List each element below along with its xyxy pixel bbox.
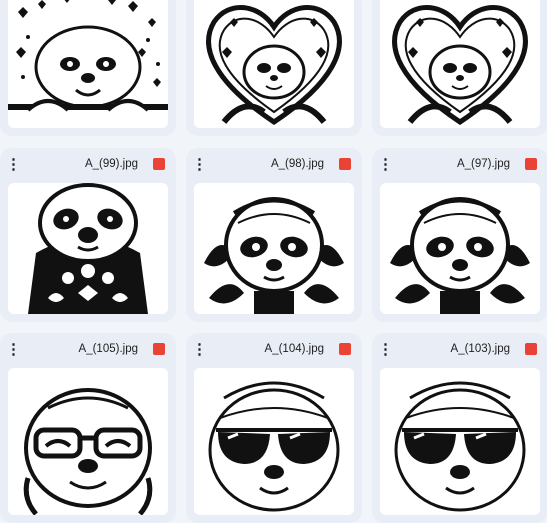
sloth-leaves-image	[390, 197, 530, 314]
file-thumbnail[interactable]	[8, 368, 168, 515]
file-card[interactable]: ⋮ A_(105).jpg	[0, 333, 176, 523]
file-thumbnail[interactable]	[8, 0, 168, 128]
file-thumbnail[interactable]	[380, 368, 540, 515]
file-name[interactable]: A_(103).jpg	[451, 343, 510, 355]
more-vertical-icon[interactable]: ⋮	[192, 342, 207, 358]
file-card[interactable]: ⋮ A_(104).jpg	[186, 333, 362, 523]
sloth-leaves-image	[204, 197, 344, 314]
file-card-header: ⋮ A_(97).jpg	[372, 148, 547, 182]
image-file-icon	[153, 158, 165, 170]
file-thumbnail[interactable]	[194, 183, 354, 314]
more-vertical-icon[interactable]: ⋮	[378, 342, 393, 358]
file-card[interactable]: ⋮ A_(103).jpg	[372, 333, 547, 523]
file-card[interactable]: ⋮ A_(98).jpg	[186, 148, 362, 322]
image-file-icon	[525, 343, 537, 355]
file-card[interactable]: ⋮ A_(97).jpg	[372, 148, 547, 322]
file-card[interactable]	[0, 0, 176, 136]
sloth-heart-frame-image	[392, 5, 528, 126]
sloth-glasses-image	[23, 388, 153, 515]
file-card[interactable]	[186, 0, 362, 136]
file-name[interactable]: A_(98).jpg	[271, 158, 324, 170]
more-vertical-icon[interactable]: ⋮	[378, 157, 393, 173]
file-thumbnail[interactable]	[194, 368, 354, 515]
file-card-header: ⋮ A_(98).jpg	[186, 148, 362, 182]
file-card[interactable]: ⋮ A_(99).jpg	[0, 148, 176, 322]
sloth-sweater-image	[28, 183, 148, 314]
image-file-icon	[153, 343, 165, 355]
file-card-header: ⋮ A_(105).jpg	[0, 333, 176, 367]
more-vertical-icon[interactable]: ⋮	[6, 342, 21, 358]
file-thumbnail[interactable]	[8, 183, 168, 314]
sloth-sunglasses-image	[394, 381, 526, 512]
file-name[interactable]: A_(97).jpg	[457, 158, 510, 170]
file-name[interactable]: A_(99).jpg	[85, 158, 138, 170]
more-vertical-icon[interactable]: ⋮	[6, 157, 21, 173]
sloth-heart-frame-image	[206, 5, 342, 126]
file-thumbnail[interactable]	[194, 0, 354, 128]
file-card-header: ⋮ A_(99).jpg	[0, 148, 176, 182]
image-file-icon	[525, 158, 537, 170]
sloth-fence-image	[8, 0, 168, 112]
file-thumbnail[interactable]	[380, 183, 540, 314]
more-vertical-icon[interactable]: ⋮	[192, 157, 207, 173]
file-card-header: ⋮ A_(104).jpg	[186, 333, 362, 367]
image-file-icon	[339, 343, 351, 355]
file-card-header: ⋮ A_(103).jpg	[372, 333, 547, 367]
file-card[interactable]	[372, 0, 547, 136]
file-thumbnail[interactable]	[380, 0, 540, 128]
file-name[interactable]: A_(105).jpg	[79, 343, 138, 355]
file-name[interactable]: A_(104).jpg	[265, 343, 324, 355]
image-file-icon	[339, 158, 351, 170]
sloth-sunglasses-image	[208, 381, 340, 512]
